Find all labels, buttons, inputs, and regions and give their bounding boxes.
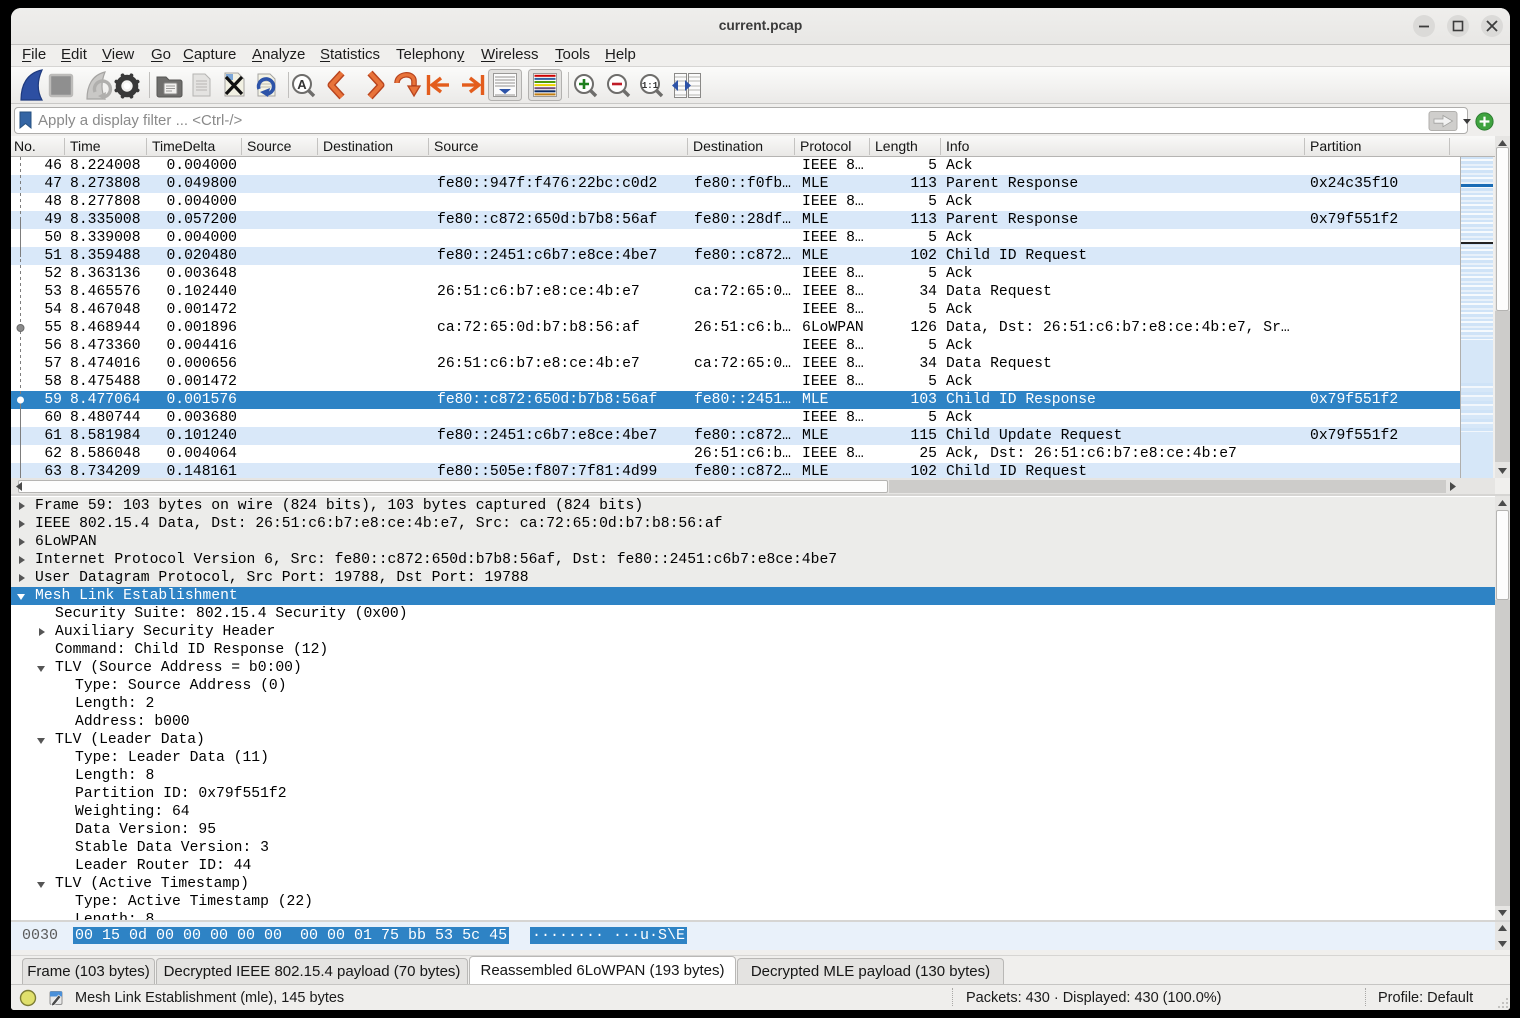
- svg-text:1:1: 1:1: [642, 81, 659, 91]
- svg-text:A: A: [297, 77, 307, 92]
